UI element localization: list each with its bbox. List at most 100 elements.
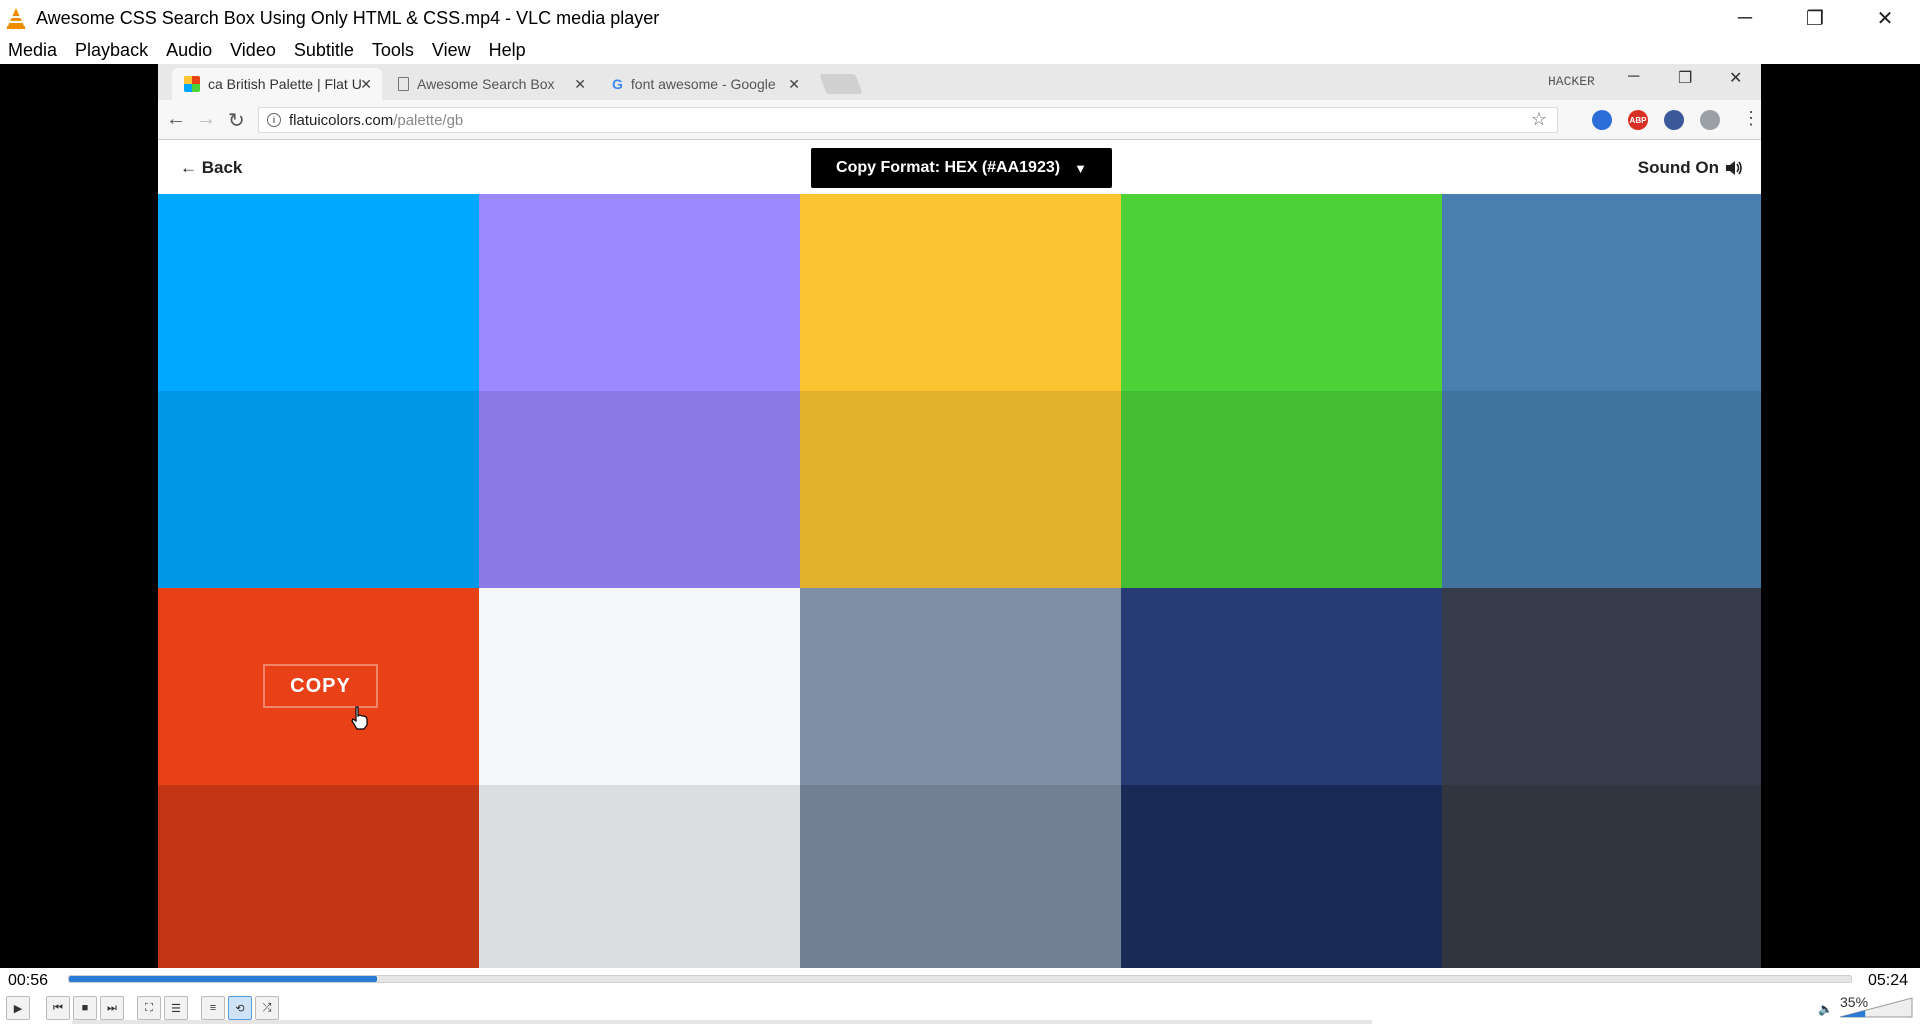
- tab-label: font awesome - Google: [630, 76, 776, 92]
- menu-audio[interactable]: Audio: [166, 40, 212, 61]
- extension-icon: [1592, 110, 1612, 130]
- minimize-icon: ─: [1737, 6, 1753, 29]
- chrome-profile-label: HACKER: [1548, 74, 1595, 89]
- restore-icon: ❐: [1806, 7, 1824, 30]
- color-swatch: [800, 391, 1121, 588]
- arrow-left-icon: ←: [180, 158, 197, 177]
- adblock-plus-icon: ABP: [1628, 110, 1648, 130]
- browser-minimize-icon: ─: [1628, 68, 1640, 85]
- browser-tab-palette: ca British Palette | Flat U ✕: [172, 68, 382, 100]
- caret-down-icon: ▼: [1074, 160, 1087, 176]
- browser-tab-google: G font awesome - Google ✕: [600, 68, 810, 100]
- next-icon: ⏭: [107, 1001, 117, 1014]
- shuffle-icon: ⤮: [262, 1001, 272, 1014]
- page-favicon-icon: [398, 77, 409, 91]
- loop-icon: ⟲: [235, 1002, 245, 1015]
- seek-row: 00:56 05:24: [0, 968, 1920, 994]
- flatuicolors-favicon-icon: [184, 76, 200, 92]
- tab-close-icon: ✕: [788, 75, 800, 92]
- extension-icon: [1700, 110, 1720, 130]
- fullscreen-icon: ⛶: [145, 1001, 153, 1014]
- color-swatch: [479, 194, 800, 391]
- stop-button[interactable]: ■: [73, 996, 97, 1020]
- browser-tab-search-box: Awesome Search Box ✕: [386, 68, 596, 100]
- new-tab-icon: [819, 74, 863, 94]
- extended-settings-button[interactable]: ☰: [164, 996, 188, 1020]
- speaker-icon: [1725, 160, 1743, 176]
- color-swatch: [479, 588, 800, 785]
- menu-subtitle[interactable]: Subtitle: [294, 40, 354, 61]
- copy-button: COPY: [263, 664, 378, 708]
- play-button[interactable]: ▶: [6, 996, 30, 1020]
- equalizer-icon: ☰: [171, 1002, 181, 1015]
- copy-format-dropdown: Copy Format: HEX (#AA1923) ▼: [811, 148, 1112, 188]
- sound-toggle: Sound On: [1638, 158, 1743, 178]
- back-link: ← Back: [180, 158, 243, 177]
- color-swatch: [1121, 588, 1442, 785]
- hand-cursor-icon: [350, 706, 370, 730]
- status-strip: [72, 1020, 1372, 1024]
- next-button[interactable]: ⏭: [100, 996, 124, 1020]
- seek-slider[interactable]: [68, 975, 1852, 983]
- previous-icon: ⏮: [53, 1001, 63, 1014]
- color-swatch: [1121, 391, 1442, 588]
- browser-tab-strip: ca British Palette | Flat U ✕ Awesome Se…: [158, 64, 1761, 100]
- google-favicon-icon: G: [612, 76, 623, 92]
- menu-tools[interactable]: Tools: [372, 40, 414, 61]
- tab-close-icon: ✕: [360, 75, 372, 92]
- browser-toolbar: ← → ↻ i flatuicolors.com /palette/gb ☆ A…: [158, 100, 1761, 140]
- bookmark-star-icon: ☆: [1530, 109, 1547, 129]
- video-frame[interactable]: ca British Palette | Flat U ✕ Awesome Se…: [0, 64, 1920, 968]
- color-swatch: [800, 194, 1121, 391]
- menu-video[interactable]: Video: [230, 40, 276, 61]
- forward-arrow-icon: →: [196, 108, 216, 130]
- stop-icon: ■: [81, 1002, 89, 1014]
- url-path: /palette/gb: [393, 111, 464, 129]
- tab-close-icon: ✕: [574, 75, 586, 92]
- title-bar: Awesome CSS Search Box Using Only HTML &…: [0, 0, 1920, 36]
- reload-icon: ↻: [228, 110, 245, 132]
- info-icon: i: [267, 113, 281, 127]
- elapsed-time: 00:56: [8, 972, 49, 989]
- menu-playback[interactable]: Playback: [75, 40, 148, 61]
- color-swatch: [1442, 588, 1761, 785]
- playlist-button[interactable]: ≡: [201, 996, 225, 1020]
- color-swatch: [800, 785, 1121, 968]
- volume-speaker-icon[interactable]: 🔈: [1818, 1002, 1833, 1016]
- browser-close-icon: ✕: [1729, 70, 1743, 87]
- volume-percent: 35%: [1840, 994, 1869, 1010]
- previous-button[interactable]: ⏮: [46, 996, 70, 1020]
- color-swatch: [1121, 785, 1442, 968]
- color-palette-grid: COPY: [158, 194, 1761, 968]
- palette-page-header: ← Back Copy Format: HEX (#AA1923) ▼ Soun…: [158, 141, 1761, 199]
- extension-icon: [1664, 110, 1684, 130]
- color-swatch: [158, 391, 479, 588]
- tab-label: Awesome Search Box: [417, 76, 555, 92]
- close-icon: ✕: [1876, 7, 1894, 30]
- back-arrow-icon: ←: [166, 108, 186, 130]
- menu-view[interactable]: View: [432, 40, 471, 61]
- menu-media[interactable]: Media: [8, 40, 57, 61]
- video-browser-frame: ca British Palette | Flat U ✕ Awesome Se…: [158, 64, 1761, 968]
- seek-progress: [69, 976, 378, 982]
- color-swatch: [800, 588, 1121, 785]
- loop-button[interactable]: ⟲: [228, 996, 252, 1020]
- fullscreen-button[interactable]: ⛶: [137, 996, 161, 1020]
- minimize-button[interactable]: ─: [1710, 0, 1780, 36]
- menu-bar: Media Playback Audio Video Subtitle Tool…: [0, 36, 1920, 64]
- chrome-menu-icon: ⋮: [1742, 108, 1760, 128]
- total-time: 05:24: [1868, 972, 1909, 989]
- shuffle-button[interactable]: ⤮: [255, 996, 279, 1020]
- close-button[interactable]: ✕: [1850, 0, 1920, 36]
- color-swatch: [1121, 194, 1442, 391]
- color-swatch: [1442, 194, 1761, 391]
- color-swatch: COPY: [158, 588, 479, 785]
- restore-button[interactable]: ❐: [1780, 0, 1850, 36]
- window-title: Awesome CSS Search Box Using Only HTML &…: [36, 7, 660, 28]
- browser-restore-icon: ❐: [1678, 70, 1693, 87]
- color-swatch: [158, 785, 479, 968]
- color-swatch: [1442, 391, 1761, 588]
- playlist-icon: ≡: [209, 1002, 217, 1014]
- menu-help[interactable]: Help: [489, 40, 526, 61]
- tab-label: ca British Palette | Flat U: [208, 76, 362, 92]
